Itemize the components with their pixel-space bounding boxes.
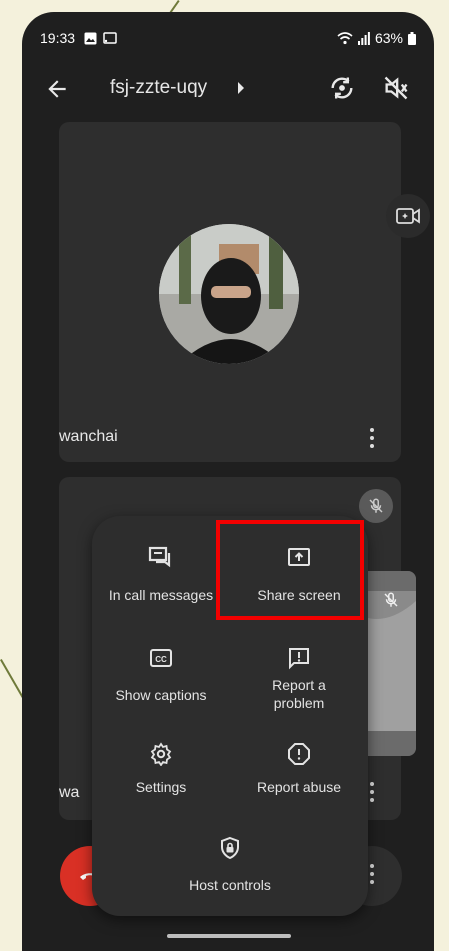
status-time: 19:33 — [40, 30, 76, 46]
menu-item-label: Show captions — [115, 687, 207, 703]
participant-avatar — [159, 224, 299, 364]
image-icon — [84, 32, 97, 45]
battery-icon — [408, 31, 416, 45]
menu-item-show-captions[interactable]: CC Show captions — [92, 644, 230, 704]
more-options-icon — [370, 864, 374, 888]
camera-effects-button[interactable] — [386, 194, 430, 238]
cast-icon — [103, 32, 117, 44]
switch-camera-icon[interactable] — [328, 74, 356, 102]
menu-item-settings[interactable]: Settings — [92, 740, 230, 796]
participant-more-icon[interactable] — [370, 782, 374, 806]
menu-item-label: Report a problem — [272, 677, 326, 711]
meeting-header: fsj-zzte-uqy — [22, 70, 434, 110]
feedback-icon — [289, 648, 309, 670]
mic-off-icon — [384, 592, 398, 607]
participant-name: wanchai — [59, 428, 118, 445]
mic-off-badge — [359, 489, 393, 523]
camera-sparkle-icon — [396, 208, 420, 224]
back-arrow-icon[interactable] — [44, 76, 70, 102]
menu-item-label: Settings — [135, 779, 187, 795]
battery-percent: 63% — [374, 30, 403, 46]
report-icon — [288, 743, 310, 765]
share-screen-highlight — [216, 520, 364, 620]
meeting-code[interactable]: fsj-zzte-uqy — [110, 77, 207, 99]
chat-icon — [148, 546, 171, 568]
avatar-photo — [159, 224, 299, 364]
menu-item-report-abuse[interactable]: Report abuse — [230, 740, 368, 796]
shield-lock-icon — [221, 836, 239, 860]
menu-item-label: In call messages — [108, 587, 214, 603]
gear-icon — [150, 742, 172, 766]
closed-captions-icon: CC — [150, 649, 172, 667]
caret-right-icon[interactable] — [236, 81, 246, 95]
menu-item-in-call-messages[interactable]: In call messages — [92, 544, 230, 604]
menu-item-label: Report abuse — [256, 779, 342, 795]
participant-name: wa — [59, 784, 80, 801]
participant-more-icon[interactable] — [370, 428, 374, 452]
mic-off-icon — [369, 498, 383, 513]
gesture-bar — [167, 934, 291, 938]
phone-screen: 19:33 63% fsj-zzte-uqy wanchai wa In cal… — [22, 12, 434, 951]
status-bar: 19:33 63% — [40, 30, 416, 50]
menu-item-host-controls[interactable]: Host controls — [161, 834, 299, 894]
speaker-off-icon[interactable] — [382, 74, 410, 102]
menu-item-report-problem[interactable]: Report a problem — [230, 644, 368, 712]
svg-text:CC: CC — [155, 655, 167, 664]
wifi-icon — [337, 31, 353, 44]
signal-icon — [357, 31, 370, 45]
menu-item-label: Host controls — [189, 877, 271, 893]
